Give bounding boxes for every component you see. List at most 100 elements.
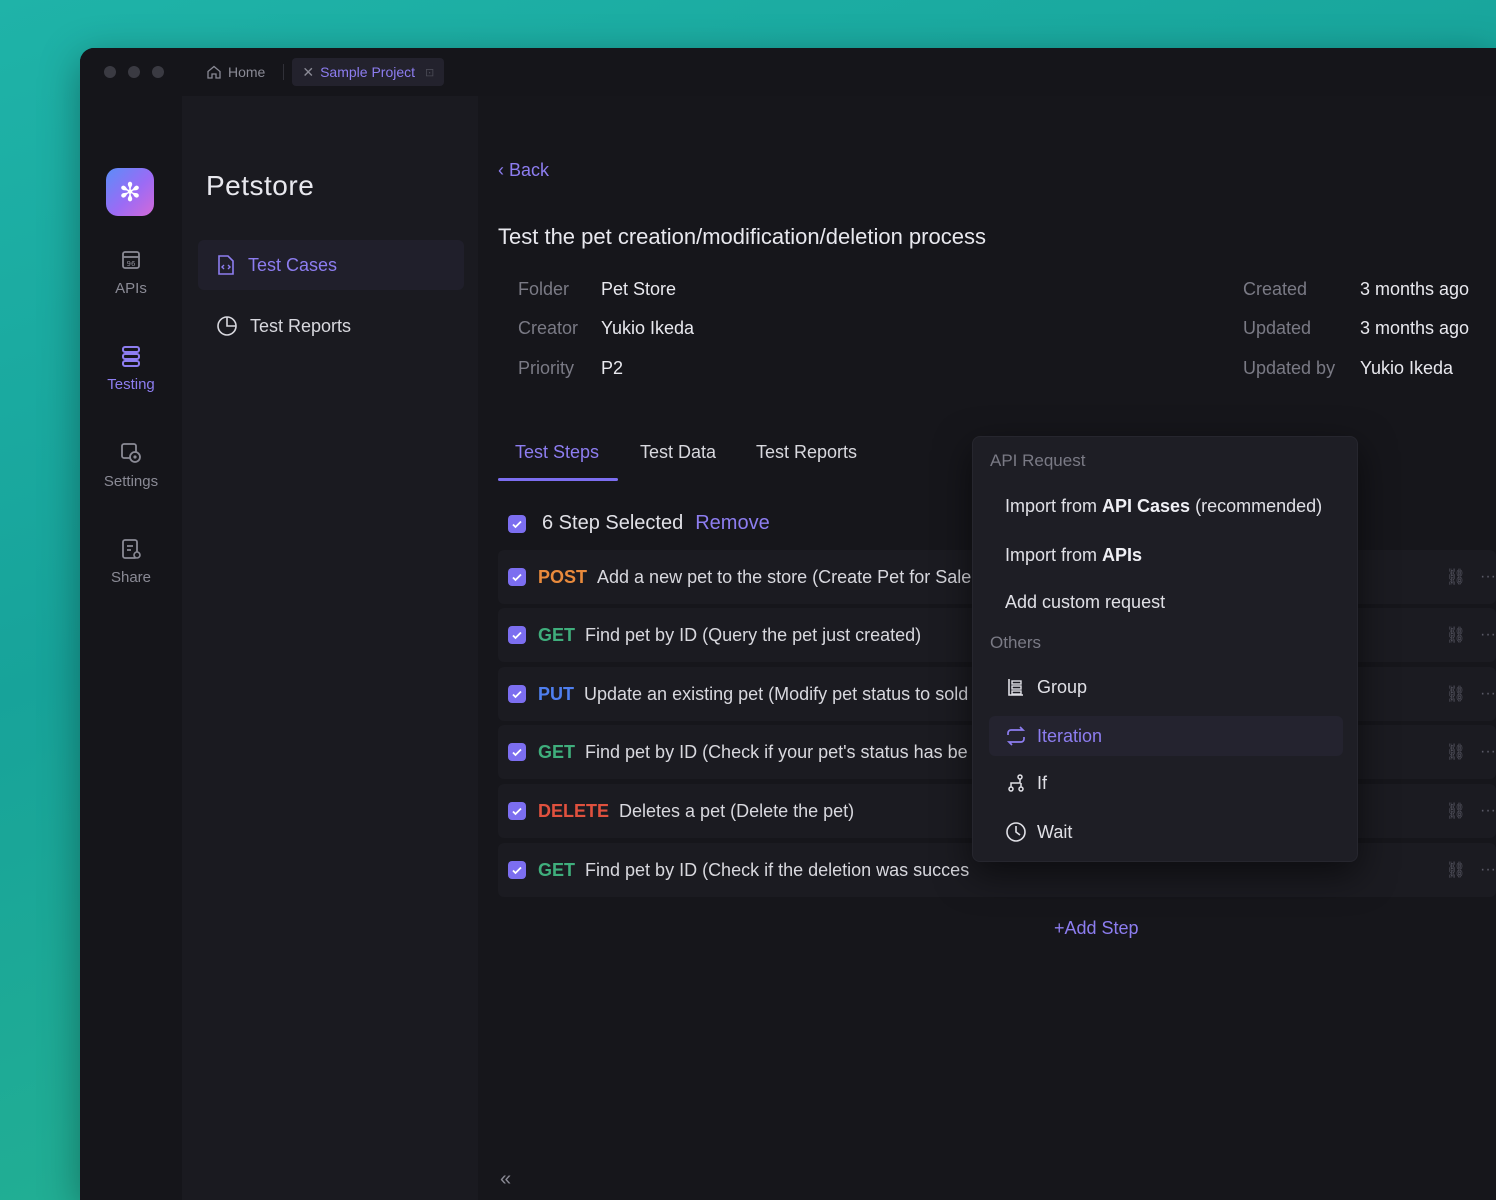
step-description: Find pet by ID (Check if your pet's stat…	[585, 741, 968, 762]
step-checkbox[interactable]	[508, 685, 526, 703]
meta-label-updated-by: Updated by	[1243, 358, 1336, 378]
rail-item-label: Share	[110, 569, 152, 586]
menu-item-prefix: Import from	[1005, 495, 1103, 516]
rail-item-label: Settings	[103, 473, 159, 490]
menu-item-wait[interactable]: Wait	[989, 812, 1343, 852]
method-badge: DELETE	[538, 800, 610, 821]
step-checkbox[interactable]	[508, 568, 526, 586]
menu-item-emphasis: API Cases	[1102, 495, 1191, 516]
link-icon[interactable]: ⛓	[1446, 567, 1466, 587]
select-all-checkbox[interactable]	[508, 514, 526, 533]
meta-label-folder: Folder	[518, 279, 570, 299]
method-badge: GET	[538, 741, 576, 762]
close-tab-icon[interactable]: ✕	[302, 64, 314, 81]
selection-count: 6 Step Selected	[542, 512, 684, 534]
menu-item-import-api-cases[interactable]: Import from API Cases (recommended)	[989, 486, 1343, 526]
row-actions: ⛓ ···	[1446, 784, 1496, 838]
menu-item-label: Add custom request	[1005, 591, 1166, 612]
method-badge: GET	[538, 624, 576, 645]
rail-item-share[interactable]: Share	[80, 537, 182, 586]
project-panel: Petstore Test Cases Test Reports ✻ APIDO…	[182, 96, 478, 1200]
meta-label-priority: Priority	[518, 358, 575, 378]
step-checkbox[interactable]	[508, 626, 526, 644]
menu-item-if[interactable]: If	[989, 763, 1343, 803]
step-description: Deletes a pet (Delete the pet)	[619, 800, 855, 821]
row-actions: ⛓ ···	[1446, 843, 1496, 897]
step-checkbox[interactable]	[508, 743, 526, 761]
step-checkbox[interactable]	[508, 802, 526, 820]
meta-value-priority: P2	[601, 358, 624, 378]
home-icon	[207, 65, 221, 79]
tab-home[interactable]: Home	[206, 64, 265, 80]
close-window-button[interactable]	[104, 66, 116, 78]
menu-item-add-custom-request[interactable]: Add custom request	[989, 582, 1343, 622]
collapse-sidebar-icon[interactable]: «	[500, 1168, 511, 1191]
check-icon	[512, 631, 522, 640]
row-actions: ⛓ ···	[1446, 550, 1496, 604]
nav-item-label: Test Cases	[248, 254, 338, 275]
maximize-window-button[interactable]	[152, 66, 164, 78]
step-description: Find pet by ID (Query the pet just creat…	[585, 624, 922, 645]
more-icon[interactable]: ···	[1480, 861, 1496, 879]
project-name: Petstore	[206, 170, 315, 201]
more-icon[interactable]: ···	[1480, 743, 1496, 761]
rail-item-label: Testing	[107, 376, 155, 393]
link-icon[interactable]: ⛓	[1446, 742, 1466, 762]
step-description: Update an existing pet (Modify pet statu…	[584, 683, 969, 704]
nav-item-test-reports[interactable]: Test Reports	[198, 301, 464, 351]
menu-item-import-apis[interactable]: Import from APIs	[989, 535, 1343, 575]
menu-item-group[interactable]: Group	[989, 667, 1343, 707]
check-icon	[512, 690, 522, 699]
check-icon	[512, 748, 522, 757]
tab-test-steps[interactable]: Test Steps	[515, 442, 599, 463]
back-link[interactable]: ‹ Back	[498, 160, 549, 181]
step-checkbox[interactable]	[508, 861, 526, 879]
rail-item-settings[interactable]: Settings	[80, 441, 182, 490]
app-logo[interactable]: ✻	[106, 168, 154, 216]
meta-value-updated-by: Yukio Ikeda	[1360, 358, 1454, 378]
branch-icon	[1005, 772, 1027, 794]
api-icon: 96	[122, 251, 140, 269]
menu-item-suffix: (recommended)	[1190, 495, 1323, 516]
tab-test-data[interactable]: Test Data	[640, 442, 716, 463]
more-icon[interactable]: ···	[1480, 568, 1496, 586]
pin-icon[interactable]: ⊡	[425, 66, 434, 79]
method-badge: PUT	[538, 683, 574, 704]
tab-home-label: Home	[228, 64, 266, 80]
menu-item-iteration[interactable]: Iteration	[989, 716, 1343, 756]
page-title: Test the pet creation/modification/delet…	[498, 224, 986, 249]
testing-icon	[122, 346, 140, 367]
menu-section-others: Others	[990, 633, 1042, 652]
more-icon[interactable]: ···	[1480, 685, 1496, 703]
step-description: Find pet by ID (Check if the deletion wa…	[585, 859, 970, 880]
method-badge: GET	[538, 859, 576, 880]
tab-test-reports[interactable]: Test Reports	[756, 442, 857, 463]
row-actions: ⛓ ···	[1446, 667, 1496, 721]
link-icon[interactable]: ⛓	[1446, 860, 1466, 880]
nav-item-test-cases[interactable]: Test Cases	[198, 240, 464, 290]
link-icon[interactable]: ⛓	[1446, 801, 1466, 821]
plus-icon: +	[1054, 918, 1065, 938]
window-controls	[104, 66, 164, 78]
check-icon	[512, 520, 522, 528]
more-icon[interactable]: ···	[1480, 802, 1496, 820]
minimize-window-button[interactable]	[128, 66, 140, 78]
menu-item-label: Iteration	[1037, 725, 1103, 746]
tab-sample-project[interactable]: ✕ Sample Project ⊡	[292, 58, 445, 86]
rail-item-testing[interactable]: Testing	[80, 344, 182, 393]
rail-item-apis[interactable]: 96 APIs	[80, 248, 182, 297]
remove-selected-button[interactable]: Remove	[695, 512, 769, 535]
add-step-button[interactable]: +Add Step	[1054, 918, 1139, 939]
active-tab-indicator	[498, 478, 618, 481]
meta-label-created: Created	[1243, 279, 1308, 299]
more-icon[interactable]: ···	[1480, 626, 1496, 644]
link-icon[interactable]: ⛓	[1446, 684, 1466, 704]
link-icon[interactable]: ⛓	[1446, 625, 1466, 645]
clock-icon	[1005, 821, 1027, 843]
add-step-menu: API Request Import from API Cases (recom…	[972, 436, 1358, 862]
step-description: Add a new pet to the store (Create Pet f…	[597, 566, 972, 587]
rail-item-label: APIs	[115, 280, 147, 297]
pie-chart-icon	[217, 316, 237, 336]
meta-value-folder: Pet Store	[601, 279, 677, 299]
menu-item-label: Wait	[1037, 821, 1073, 842]
